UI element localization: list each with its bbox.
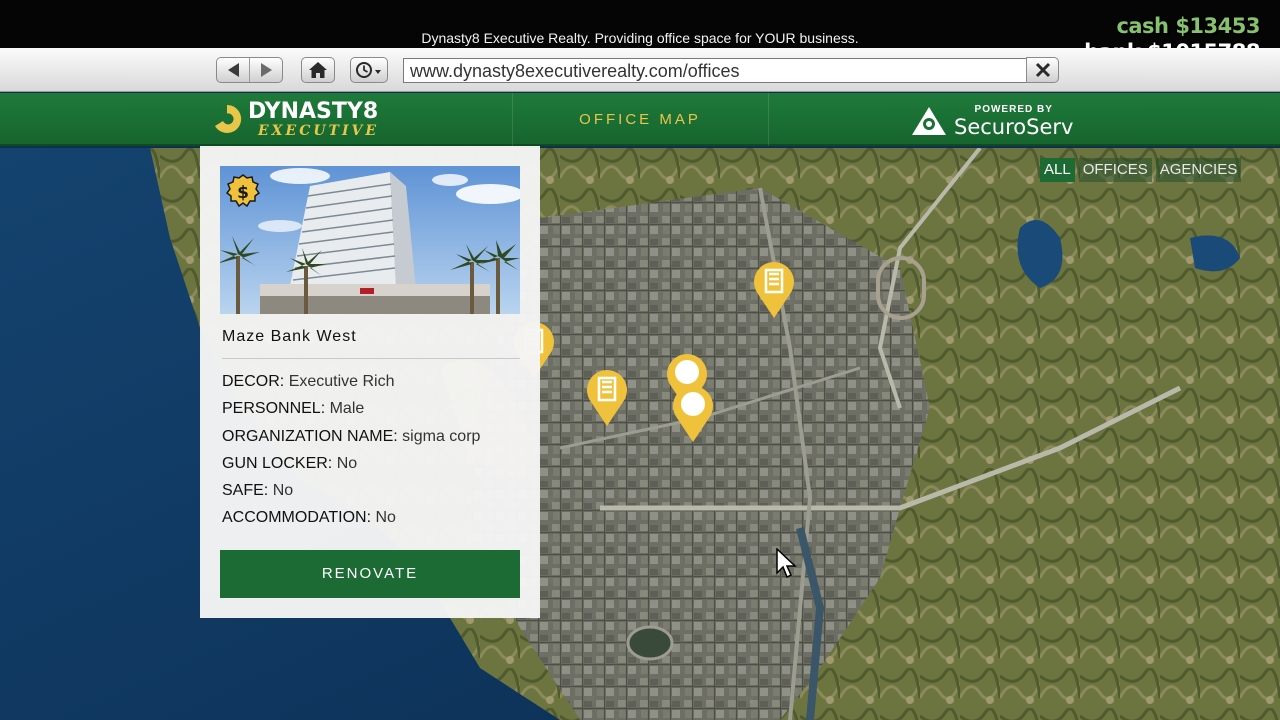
detail-value: sigma corp <box>402 427 481 445</box>
close-icon <box>1035 62 1050 78</box>
detail-value: Male <box>329 400 365 418</box>
history-icon <box>356 62 381 78</box>
detail-organization-name: ORGANIZATION NAME: sigma corp <box>222 426 480 453</box>
cash-amount: cash $13453 <box>1116 14 1260 38</box>
office-map-nav[interactable]: OFFICE MAP <box>512 93 768 146</box>
mouse-cursor-icon <box>776 548 797 579</box>
detail-value: No <box>375 509 396 527</box>
office-details-list: DECOR: Executive Rich PERSONNEL: Male OR… <box>222 371 480 535</box>
detail-key: SAFE: <box>222 482 269 500</box>
detail-gun-locker: GUN LOCKER: No <box>222 453 480 480</box>
securoserv-logo: POWERED BY SecuroServ <box>910 101 1073 141</box>
office-pin-icon[interactable] <box>752 258 796 320</box>
forward-button[interactable] <box>249 58 282 82</box>
back-icon <box>227 63 239 77</box>
logo-wordmark: DYNASTY8 <box>248 98 379 124</box>
detail-accommodation: ACCOMMODATION: No <box>222 507 480 534</box>
renovate-button[interactable]: RENOVATE <box>220 550 520 598</box>
powered-by-label: POWERED BY <box>974 103 1053 115</box>
map-filter-tabs: ALL OFFICES AGENCIES <box>1040 158 1242 182</box>
detail-value: No <box>272 482 294 500</box>
detail-safe: SAFE: No <box>222 480 480 507</box>
divider <box>222 358 520 359</box>
site-header: DYNASTY8 EXECUTIVE OFFICE MAP POWERED BY… <box>0 93 1280 146</box>
back-button[interactable] <box>217 58 249 82</box>
securoserv-wordmark: SecuroServ <box>954 114 1074 139</box>
filter-all[interactable]: ALL <box>1040 158 1075 182</box>
dynasty8-emblem-icon <box>215 104 242 133</box>
office-map[interactable] <box>0 148 1280 720</box>
securoserv-emblem-icon <box>912 107 946 135</box>
agency-pin-icon[interactable] <box>671 382 715 444</box>
close-button[interactable] <box>1026 57 1059 83</box>
home-icon <box>309 62 327 78</box>
office-pin-icon[interactable] <box>585 366 629 428</box>
detail-key: ORGANIZATION NAME: <box>222 427 398 445</box>
history-button[interactable] <box>350 57 388 83</box>
nav-button-group <box>216 57 283 83</box>
logo-subtitle: EXECUTIVE <box>258 122 380 139</box>
browser-toolbar: www.dynasty8executiverealty.com/offices <box>0 48 1280 92</box>
detail-personnel: PERSONNEL: Male <box>222 398 480 425</box>
office-building-image <box>220 166 520 314</box>
satellite-map-image <box>0 148 1280 720</box>
svg-text:$: $ <box>237 183 249 203</box>
forward-icon <box>260 63 272 77</box>
detail-value: No <box>336 454 358 472</box>
office-name: Maze Bank West <box>222 328 357 345</box>
detail-key: GUN LOCKER: <box>222 454 333 472</box>
detail-key: PERSONNEL: <box>222 400 326 418</box>
office-info-panel: $ Maze Bank West DECOR: Executive Rich P… <box>200 146 540 618</box>
detail-key: ACCOMMODATION: <box>222 509 372 527</box>
detail-key: DECOR: <box>222 373 285 390</box>
dynasty8-logo[interactable]: DYNASTY8 EXECUTIVE <box>210 99 379 139</box>
filter-agencies[interactable]: AGENCIES <box>1155 158 1242 182</box>
header-divider <box>768 93 769 146</box>
filter-offices[interactable]: OFFICES <box>1078 158 1152 182</box>
dollar-badge-icon: $ <box>226 174 260 208</box>
detail-decor: DECOR: Executive Rich <box>222 371 480 398</box>
office-photo: $ <box>220 166 520 314</box>
url-field[interactable]: www.dynasty8executiverealty.com/offices <box>403 58 1027 83</box>
detail-value: Executive Rich <box>288 373 395 390</box>
home-button[interactable] <box>301 57 335 83</box>
